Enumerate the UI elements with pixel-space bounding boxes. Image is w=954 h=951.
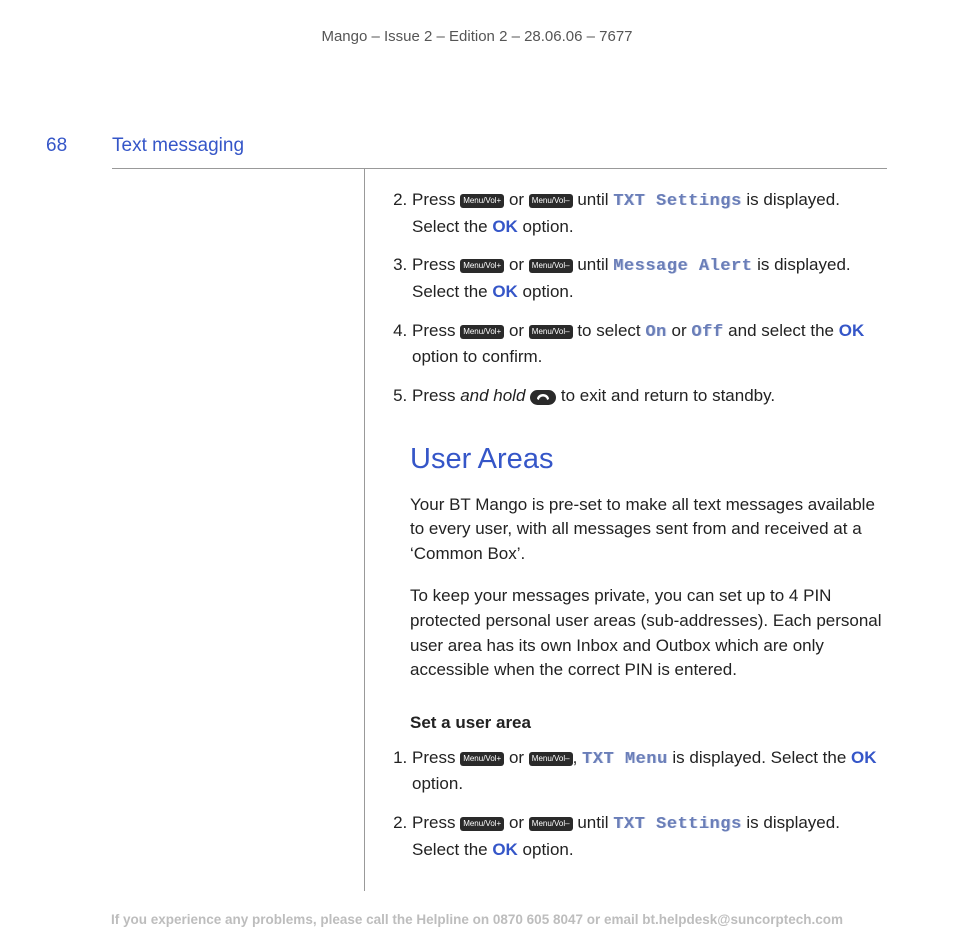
- step-4: Press Menu/Vol+ or Menu/Vol– to select O…: [412, 319, 886, 370]
- manual-page: Mango – Issue 2 – Edition 2 – 28.06.06 –…: [0, 0, 954, 951]
- lcd-text: TXT Menu: [582, 750, 668, 769]
- ok-label: OK: [851, 748, 877, 767]
- step-2: Press Menu/Vol+ or Menu/Vol– until TXT S…: [412, 188, 886, 239]
- text: Press: [412, 321, 460, 340]
- steps-list-1: Press Menu/Vol+ or Menu/Vol– until TXT S…: [388, 188, 886, 408]
- menu-vol-minus-key-icon: Menu/Vol–: [529, 194, 573, 208]
- paragraph: To keep your messages private, you can s…: [410, 584, 886, 683]
- text: option.: [518, 282, 574, 301]
- step-2: Press Menu/Vol+ or Menu/Vol– until TXT S…: [412, 811, 886, 862]
- text: Press: [412, 386, 460, 405]
- text: is displayed. Select the: [668, 748, 851, 767]
- lcd-text: Message Alert: [613, 257, 752, 276]
- horizontal-rule: [112, 168, 887, 169]
- step-1: Press Menu/Vol+ or Menu/Vol–, TXT Menu i…: [412, 746, 886, 797]
- step-5: Press and hold to exit and return to sta…: [412, 384, 886, 409]
- helpline-email: email bt.helpdesk@suncorptech.com: [604, 912, 843, 927]
- menu-vol-plus-key-icon: Menu/Vol+: [460, 817, 504, 831]
- text: Press: [412, 748, 460, 767]
- helpline-phone: 0870 605 8047: [493, 912, 583, 927]
- paragraph: Your BT Mango is pre-set to make all tex…: [410, 493, 886, 567]
- lcd-text: TXT Settings: [613, 815, 741, 834]
- step-3: Press Menu/Vol+ or Menu/Vol– until Messa…: [412, 253, 886, 304]
- phone-key-icon: [530, 390, 556, 405]
- text: or: [583, 912, 604, 927]
- header-meta: Mango – Issue 2 – Edition 2 – 28.06.06 –…: [0, 28, 954, 45]
- lcd-text: On: [645, 323, 666, 342]
- vertical-rule: [364, 168, 365, 891]
- lcd-text: Off: [691, 323, 723, 342]
- content-column: Press Menu/Vol+ or Menu/Vol– until TXT S…: [388, 188, 886, 890]
- text: or: [504, 255, 529, 274]
- menu-vol-minus-key-icon: Menu/Vol–: [529, 817, 573, 831]
- text: until: [573, 255, 614, 274]
- steps-list-2: Press Menu/Vol+ or Menu/Vol–, TXT Menu i…: [388, 746, 886, 863]
- text: until: [573, 190, 614, 209]
- subheading-set-user-area: Set a user area: [410, 711, 886, 736]
- text: or: [667, 321, 692, 340]
- menu-vol-minus-key-icon: Menu/Vol–: [529, 752, 573, 766]
- section-title: Text messaging: [112, 135, 244, 157]
- text: to select: [573, 321, 646, 340]
- menu-vol-plus-key-icon: Menu/Vol+: [460, 325, 504, 339]
- menu-vol-minus-key-icon: Menu/Vol–: [529, 325, 573, 339]
- menu-vol-minus-key-icon: Menu/Vol–: [529, 259, 573, 273]
- menu-vol-plus-key-icon: Menu/Vol+: [460, 194, 504, 208]
- text: Press: [412, 190, 460, 209]
- ok-label: OK: [492, 840, 518, 859]
- text: or: [504, 748, 529, 767]
- page-number: 68: [46, 135, 67, 157]
- ok-label: OK: [492, 282, 518, 301]
- footer-helpline: If you experience any problems, please c…: [0, 912, 954, 927]
- text: option.: [518, 840, 574, 859]
- emphasis-text: and hold: [460, 386, 525, 405]
- text: Press: [412, 813, 460, 832]
- text: or: [504, 813, 529, 832]
- text: or: [504, 321, 529, 340]
- lcd-text: TXT Settings: [613, 192, 741, 211]
- text: or: [504, 190, 529, 209]
- text: option.: [518, 217, 574, 236]
- menu-vol-plus-key-icon: Menu/Vol+: [460, 259, 504, 273]
- ok-label: OK: [492, 217, 518, 236]
- text: until: [573, 813, 614, 832]
- menu-vol-plus-key-icon: Menu/Vol+: [460, 752, 504, 766]
- ok-label: OK: [839, 321, 865, 340]
- text: If you experience any problems, please c…: [111, 912, 493, 927]
- user-areas-heading: User Areas: [410, 438, 886, 480]
- text: option to confirm.: [412, 347, 542, 366]
- text: ,: [573, 748, 582, 767]
- text: Press: [412, 255, 460, 274]
- text: option.: [412, 774, 463, 793]
- text: and select the: [723, 321, 838, 340]
- text: to exit and return to standby.: [556, 386, 775, 405]
